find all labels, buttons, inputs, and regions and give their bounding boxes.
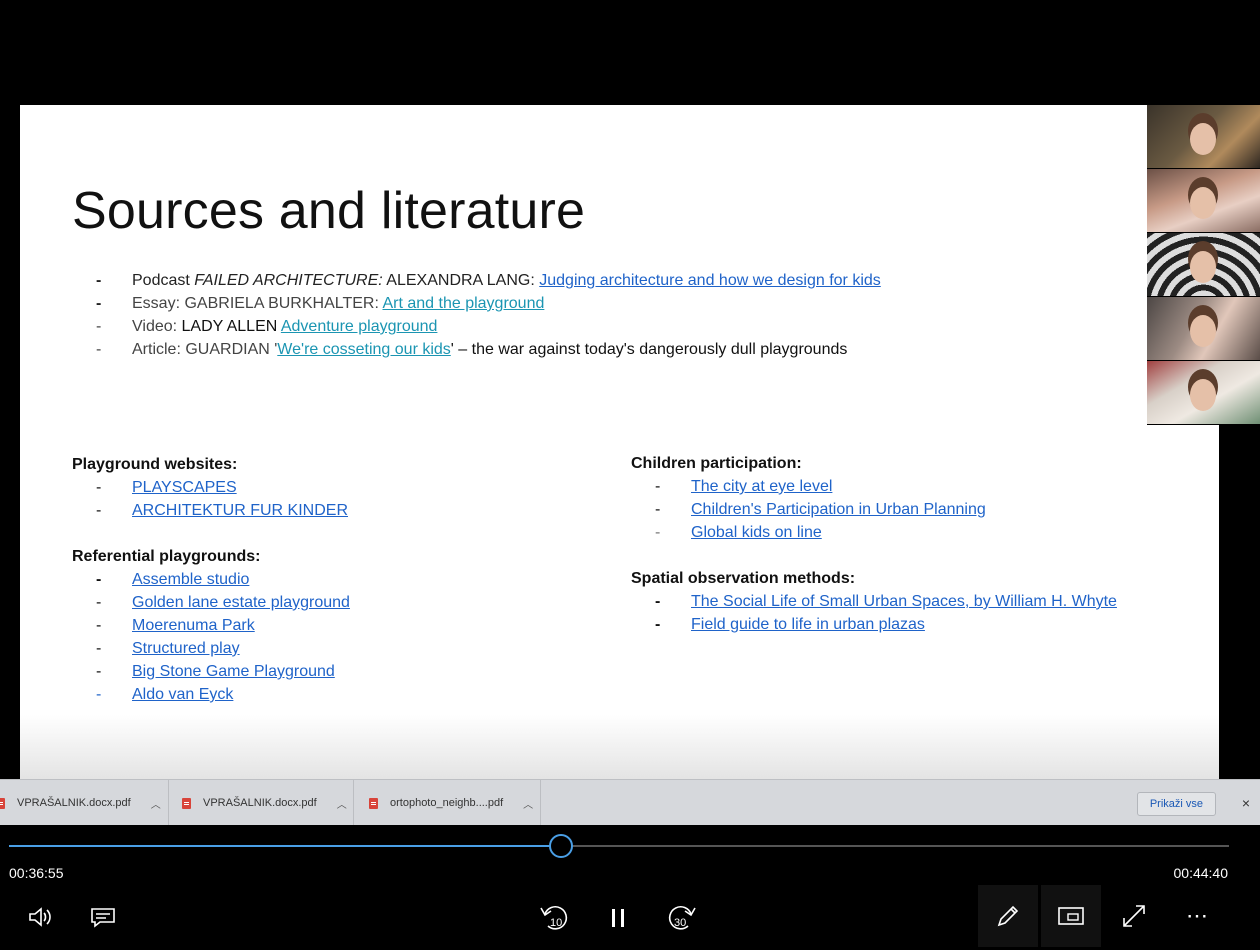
- link-referential[interactable]: Moerenuma Park: [132, 617, 255, 634]
- source-link[interactable]: Judging architecture and how we design f…: [539, 272, 881, 289]
- list-item: - Assemble studio: [96, 571, 250, 588]
- download-item[interactable]: ortophoto_neighb....pdf ︿: [355, 780, 541, 826]
- link-playscapes[interactable]: PLAYSCAPES: [132, 479, 237, 496]
- link-referential[interactable]: Structured play: [132, 640, 240, 657]
- pdf-icon: [369, 797, 378, 809]
- referential-heading: Referential playgrounds:: [72, 548, 261, 565]
- current-time: 00:36:55: [9, 865, 64, 881]
- right-column: Children participation: - The city at eye…: [631, 454, 1117, 638]
- list-item: - Global kids on line: [655, 524, 822, 541]
- captions-icon[interactable]: [85, 901, 121, 933]
- volume-icon[interactable]: [22, 901, 58, 933]
- download-item[interactable]: VPRAŠALNIK.docx.pdf ︿: [0, 780, 169, 826]
- source-link[interactable]: We're cosseting our kids: [277, 341, 451, 358]
- referential-list: - Assemble studio - Golden lane estate pla…: [72, 570, 350, 708]
- skip-forward-icon[interactable]: 30: [662, 901, 700, 935]
- bullet-dash: -: [96, 318, 102, 335]
- list-item: - Children's Participation in Urban Plann…: [655, 501, 986, 518]
- total-time: 00:44:40: [1173, 865, 1229, 881]
- chevron-up-icon[interactable]: ︿: [337, 796, 347, 811]
- participant-video[interactable]: [1147, 361, 1260, 425]
- source-link[interactable]: Adventure playground: [281, 318, 438, 335]
- bullet-dash: -: [96, 295, 102, 312]
- websites-heading: Playground websites:: [72, 456, 238, 473]
- source-item: - Essay: GABRIELA BURKHALTER: Art and th…: [96, 295, 545, 312]
- list-item: - ARCHITEKTUR FUR KINDER: [96, 502, 349, 519]
- link-referential[interactable]: Aldo van Eyck: [132, 686, 233, 703]
- list-item: - PLAYSCAPES: [96, 479, 237, 496]
- methods-heading: Spatial observation methods:: [631, 570, 856, 587]
- svg-text:30: 30: [674, 917, 686, 929]
- list-item: - Structured play: [96, 640, 240, 657]
- chevron-up-icon[interactable]: ︿: [523, 796, 533, 811]
- websites-list: - PLAYSCAPES - ARCHITEKTUR FUR KINDER: [72, 478, 350, 524]
- participant-face: [1190, 187, 1216, 219]
- svg-text:10: 10: [550, 917, 562, 929]
- show-all-button[interactable]: Prikaži vse: [1136, 792, 1216, 816]
- participant-face: [1190, 251, 1216, 283]
- link-methods[interactable]: Field guide to life in urban plazas: [691, 616, 925, 633]
- list-item: - The Social Life of Small Urban Spaces, …: [655, 593, 1117, 610]
- participant-face: [1190, 315, 1216, 347]
- close-icon[interactable]: ×: [1242, 792, 1250, 814]
- participant-video[interactable]: [1147, 169, 1260, 233]
- chevron-up-icon[interactable]: ︿: [151, 796, 161, 811]
- link-participation[interactable]: Global kids on line: [691, 524, 822, 541]
- pdf-icon: [182, 797, 191, 809]
- participant-video[interactable]: [1147, 105, 1260, 169]
- left-column: Playground websites: - PLAYSCAPES - ARCHIT…: [72, 455, 350, 708]
- participant-face: [1190, 123, 1216, 155]
- link-referential[interactable]: Big Stone Game Playground: [132, 663, 335, 680]
- participant-thumbnails: [1147, 105, 1260, 425]
- list-item: - Field guide to life in urban plazas: [655, 616, 925, 633]
- presentation-slide: Sources and literature - Podcast FAILED …: [20, 105, 1219, 785]
- seek-bar[interactable]: [9, 834, 1229, 858]
- mini-view-icon[interactable]: [1041, 885, 1101, 947]
- bullet-dash: -: [96, 272, 102, 289]
- pen-icon[interactable]: [978, 885, 1038, 947]
- downloads-bar: VPRAŠALNIK.docx.pdf ︿ VPRAŠALNIK.docx.pd…: [0, 779, 1260, 826]
- link-referential[interactable]: Assemble studio: [132, 571, 249, 588]
- participation-list: - The city at eye level - Children's Parti…: [631, 477, 1117, 546]
- player-controls: 00:36:55 00:44:40 10 30 ⋯: [0, 825, 1260, 950]
- participant-face: [1190, 379, 1216, 411]
- seek-thumb[interactable]: [549, 834, 574, 858]
- source-item: - Article: GUARDIAN 'We're cosseting our…: [96, 341, 848, 358]
- link-participation[interactable]: Children's Participation in Urban Planni…: [691, 501, 986, 518]
- skip-back-icon[interactable]: 10: [536, 901, 574, 935]
- sources-list: - Podcast FAILED ARCHITECTURE: ALEXANDRA…: [96, 271, 881, 363]
- list-item: - Big Stone Game Playground: [96, 663, 335, 680]
- link-architektur[interactable]: ARCHITEKTUR FUR KINDER: [132, 502, 348, 519]
- source-item: - Video: LADY ALLEN Adventure playground: [96, 318, 438, 335]
- list-item: - Moerenuma Park: [96, 617, 255, 634]
- link-participation[interactable]: The city at eye level: [691, 478, 832, 495]
- slide-bottom-fade: [20, 715, 1219, 785]
- pdf-icon: [0, 797, 5, 809]
- participation-heading: Children participation:: [631, 455, 802, 472]
- source-item: - Podcast FAILED ARCHITECTURE: ALEXANDRA…: [96, 272, 881, 289]
- bullet-dash: -: [96, 341, 102, 358]
- pause-icon[interactable]: [602, 901, 634, 935]
- source-link[interactable]: Art and the playground: [382, 295, 544, 312]
- slide-title: Sources and literature: [72, 182, 586, 240]
- seek-progress: [9, 845, 562, 847]
- participant-video[interactable]: [1147, 233, 1260, 297]
- download-item[interactable]: VPRAŠALNIK.docx.pdf ︿: [169, 780, 354, 826]
- list-item: - Golden lane estate playground: [96, 594, 350, 611]
- more-icon[interactable]: ⋯: [1167, 885, 1227, 947]
- fullscreen-icon[interactable]: [1104, 885, 1164, 947]
- participant-video[interactable]: [1147, 297, 1260, 361]
- list-item: - Aldo van Eyck: [96, 686, 234, 703]
- link-referential[interactable]: Golden lane estate playground: [132, 594, 350, 611]
- list-item: - The city at eye level: [655, 478, 833, 495]
- methods-list: - The Social Life of Small Urban Spaces, …: [631, 592, 1117, 638]
- link-methods[interactable]: The Social Life of Small Urban Spaces, b…: [691, 593, 1117, 610]
